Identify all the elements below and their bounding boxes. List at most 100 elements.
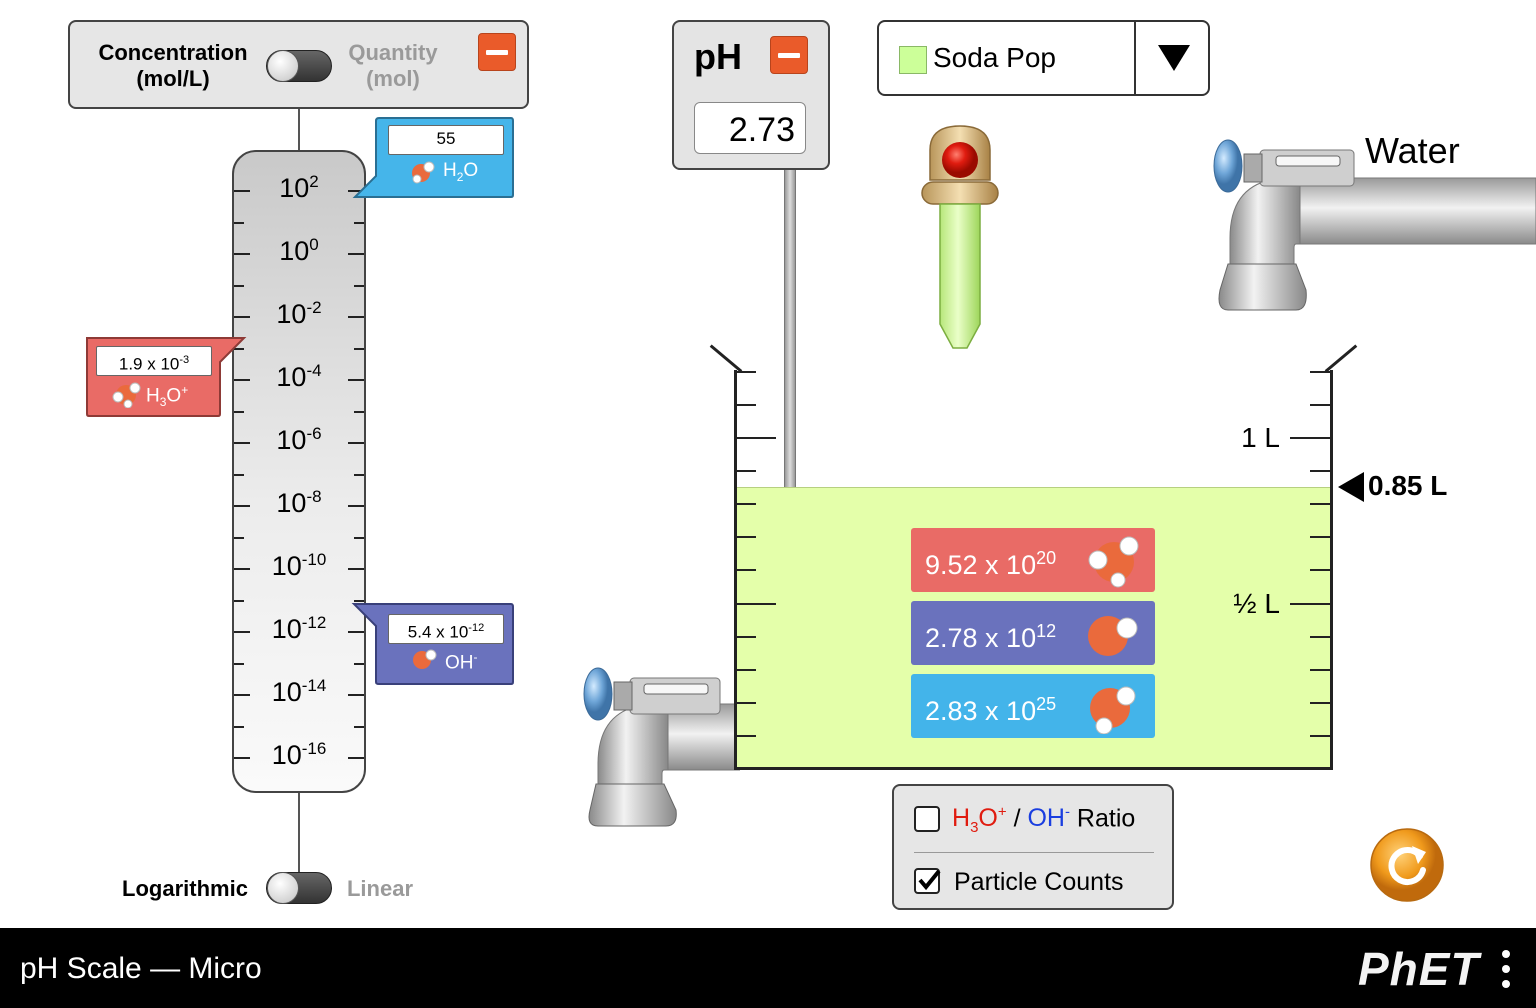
graph-minor-tick [234,599,244,602]
graph-minor-tick [354,725,364,728]
graph-tick-label: 10-16 [271,739,327,770]
graph-minor-tick [354,221,364,224]
graph-tick-label: 10-10 [271,550,327,581]
linear-label[interactable]: Linear [340,876,420,902]
options-divider [914,852,1154,853]
water-faucet[interactable] [1210,130,1536,314]
beaker-minor-tick [1310,536,1330,538]
beaker-bottom [734,767,1333,770]
navigation-bar: pH Scale — Micro PhET [0,928,1536,1008]
graph-minor-tick [234,221,244,224]
graph-minor-tick [234,662,244,665]
h3o-count-molecule-icon [1088,536,1139,588]
phet-logo[interactable]: PhET [1358,942,1480,996]
beaker-minor-tick [736,536,756,538]
beaker-minor-tick [1310,636,1330,638]
graph-tick-label: 10-2 [276,298,322,329]
beaker-label-1L: 1 L [1241,422,1280,453]
graph-tick-label: 10-14 [271,676,327,707]
graph-tick-label: 10-12 [271,613,327,644]
h2o-count-value: 2.83 x 1025 [925,694,1057,726]
volume-indicator-label: 0.85 L [1368,470,1448,501]
graph-bottom-connector [298,792,300,872]
beaker-minor-tick [1310,404,1330,406]
ph-value-display: 2.73 [694,102,806,154]
h3o-molecule-icon [112,382,141,408]
graph-top-connector [298,109,300,151]
volume-indicator-arrow [1338,472,1364,502]
scale-toggle-knob[interactable] [267,872,299,904]
collapse-graph-button[interactable] [478,33,516,71]
graph-minor-tick [354,347,364,350]
solute-selected-label: Soda Pop [933,42,1056,73]
beaker-left-lip [709,344,743,373]
checkmark-icon [918,869,941,891]
beaker-minor-tick [736,371,756,373]
ratio-checkbox[interactable] [914,806,940,832]
beaker-minor-tick [1310,503,1330,505]
graph-minor-tick [234,536,244,539]
ph-meter-title: pH [694,36,742,77]
chevron-down-icon[interactable] [1157,44,1191,72]
units-toggle-knob[interactable] [267,50,299,82]
graph-minor-tick [354,284,364,287]
beaker-right-lip [1324,344,1358,373]
solute-color-swatch [899,46,927,74]
options-panel: H3O+ / OH- Ratio Particle Counts [892,784,1174,910]
graph-tick-label: 102 [279,172,319,203]
h2o-value: 55 [388,125,504,155]
beaker-minor-tick [1310,702,1330,704]
collapse-ph-meter-button[interactable] [770,36,808,74]
beaker-minor-tick [1310,669,1330,671]
units-toggle-switch[interactable] [266,50,332,82]
h2o-label: H2O [443,160,479,184]
h2o-count-molecule-icon [1090,686,1136,734]
beaker-minor-tick [736,470,756,472]
graph-minor-tick [354,410,364,413]
scale-toggle-switch[interactable] [266,872,332,904]
beaker-minor-tick [736,735,756,737]
beaker-minor-tick [736,404,756,406]
solute-dropper[interactable] [915,120,1005,358]
quantity-label[interactable]: Quantity (mol) [338,40,448,92]
concentration-label[interactable]: Concentration (mol/L) [88,40,258,92]
beaker-minor-tick [736,569,756,571]
h3o-label: H3O+ [146,383,189,410]
beaker-major-tick [736,437,776,439]
beaker-right-wall [1330,370,1333,770]
beaker-major-tick [736,603,776,605]
graph-units-panel: Concentration (mol/L) Quantity (mol) [68,20,529,109]
drain-faucet[interactable] [580,660,740,830]
beaker-minor-tick [1310,735,1330,737]
graph-minor-tick [234,284,244,287]
beaker-minor-tick [1310,569,1330,571]
h3o-count-value: 9.52 x 1020 [925,548,1057,580]
beaker-minor-tick [736,503,756,505]
graph-minor-tick [354,536,364,539]
options-menu-icon[interactable] [1500,950,1512,988]
ratio-label[interactable]: H3O+ / OH- Ratio [952,804,1135,836]
oh-value: 5.4 x 10-12 [388,614,504,644]
minus-icon [778,52,800,58]
solute-dropdown[interactable]: Soda Pop [877,20,1210,96]
oh-count-value: 2.78 x 1012 [925,621,1057,653]
minus-icon [486,49,508,55]
particle-counts-checkbox[interactable] [914,868,941,894]
graph-minor-tick [354,473,364,476]
h3o-value: 1.9 x 10-3 [96,346,212,376]
graph-minor-tick [234,473,244,476]
dropdown-divider [1134,22,1136,94]
logarithmic-label[interactable]: Logarithmic [110,876,260,902]
graph-minor-tick [234,725,244,728]
sim-title: pH Scale — Micro [20,952,262,985]
h2o-molecule-icon [412,161,435,184]
beaker-minor-tick [1310,470,1330,472]
graph-tick-label: 10-6 [276,424,322,455]
reset-all-button[interactable] [1368,826,1446,904]
beaker-minor-tick [1310,371,1330,373]
beaker-major-tick [1290,437,1330,439]
graph-tick-label: 10-4 [276,361,322,392]
particle-counts-label[interactable]: Particle Counts [954,868,1124,897]
beaker-minor-tick [736,702,756,704]
beaker-minor-tick [736,669,756,671]
